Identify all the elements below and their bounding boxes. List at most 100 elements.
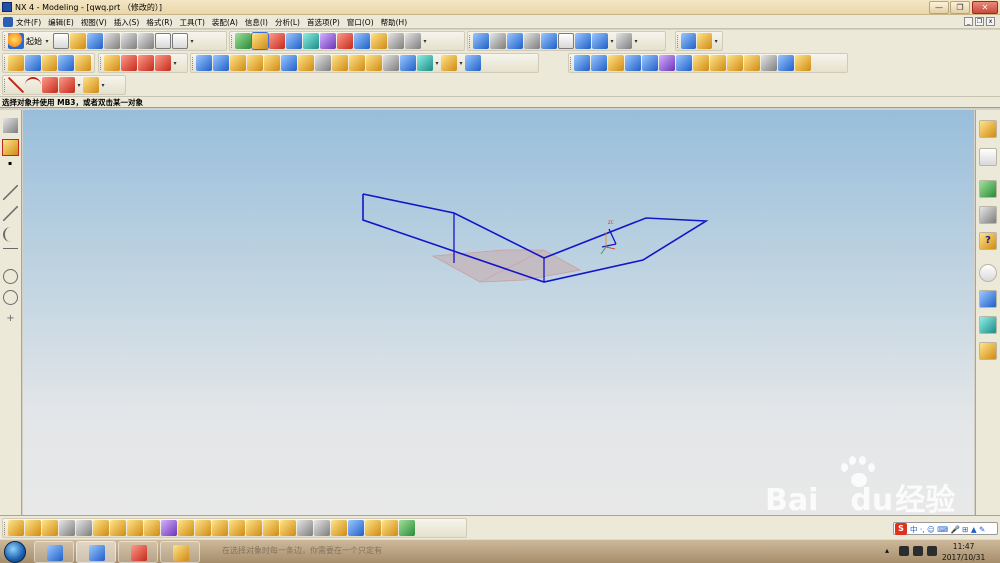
curve-snap-icon[interactable] xyxy=(3,227,18,242)
datum-select-icon[interactable] xyxy=(337,33,353,49)
layer-icon[interactable] xyxy=(681,33,697,49)
chevron-down-icon[interactable]: ▾ xyxy=(422,38,428,45)
thread-icon[interactable] xyxy=(315,55,331,71)
close-button[interactable]: ✕ xyxy=(972,1,998,14)
mid-point-icon[interactable] xyxy=(42,520,58,536)
face-rule-icon[interactable] xyxy=(365,520,381,536)
inferred-point-icon[interactable] xyxy=(8,520,24,536)
face-select-icon[interactable] xyxy=(388,33,404,49)
vector-select-icon[interactable] xyxy=(286,33,302,49)
menu-information[interactable]: 信息(I) xyxy=(245,17,268,28)
web-browser-icon[interactable] xyxy=(979,180,997,198)
taskbar-app-paint[interactable] xyxy=(202,541,218,563)
curve-rule-icon[interactable] xyxy=(382,520,398,536)
boolean-subtract-icon[interactable] xyxy=(366,55,382,71)
cone-icon[interactable] xyxy=(230,55,246,71)
arc-center-icon[interactable] xyxy=(93,520,109,536)
arc-icon[interactable] xyxy=(25,77,41,93)
selection-intent-icon[interactable] xyxy=(331,520,347,536)
circle-center-icon[interactable] xyxy=(3,269,18,284)
offset-surface-icon[interactable] xyxy=(761,55,777,71)
offset-face-icon[interactable] xyxy=(417,55,433,71)
chevron-down-icon[interactable]: ▾ xyxy=(609,38,615,45)
menu-tools[interactable]: 工具(T) xyxy=(179,17,204,28)
copy-icon[interactable] xyxy=(121,33,137,49)
scale-body-icon[interactable] xyxy=(441,55,457,71)
sketch-icon[interactable] xyxy=(8,55,24,71)
clock-icon[interactable] xyxy=(979,264,997,282)
segment-snap-icon[interactable] xyxy=(3,206,18,221)
sketch-select-icon[interactable] xyxy=(371,33,387,49)
taskbar-app-ppt[interactable] xyxy=(118,541,158,563)
point-on-curve-icon[interactable] xyxy=(144,520,160,536)
menu-analysis[interactable]: 分析(L) xyxy=(275,17,300,28)
face-blend-icon[interactable] xyxy=(744,55,760,71)
tangent-point-icon[interactable] xyxy=(263,520,279,536)
vertex-icon[interactable] xyxy=(314,520,330,536)
menu-format[interactable]: 格式(R) xyxy=(146,17,172,28)
project-curve-icon[interactable] xyxy=(155,55,171,71)
intersection-point-icon[interactable] xyxy=(76,520,92,536)
hole-icon[interactable] xyxy=(75,55,91,71)
sphere-icon[interactable] xyxy=(247,55,263,71)
datum-plane-icon[interactable] xyxy=(24,55,41,71)
zoom-window-icon[interactable] xyxy=(490,33,506,49)
menu-window[interactable]: 窗口(O) xyxy=(347,17,374,28)
curve-select-icon[interactable] xyxy=(251,32,269,50)
edge-blend-icon[interactable] xyxy=(264,55,280,71)
sew-icon[interactable] xyxy=(465,55,481,71)
bounding-box-icon[interactable] xyxy=(178,520,194,536)
join-curve-icon[interactable] xyxy=(138,55,154,71)
menu-insert[interactable]: 插入(S) xyxy=(114,17,140,28)
view-triad-icon[interactable] xyxy=(348,520,364,536)
taskbar-app-nx[interactable] xyxy=(76,541,116,563)
zoom-icon[interactable] xyxy=(507,33,523,49)
roles-icon[interactable] xyxy=(979,342,997,360)
taskbar-app-ie[interactable] xyxy=(34,541,74,563)
ime-toolbar[interactable]: S 中 ·, ☺ ⌨ 🎤 ⊞ ▲ ✎ xyxy=(893,522,998,535)
bounded-plane-icon[interactable] xyxy=(642,55,658,71)
shaded-sheet-face[interactable] xyxy=(431,249,582,283)
chevron-down-icon[interactable]: ▾ xyxy=(713,38,719,45)
sogou-logo-icon[interactable]: S xyxy=(895,523,907,535)
instance-icon[interactable] xyxy=(332,55,348,71)
circle-snap-icon[interactable] xyxy=(3,290,18,305)
snap-point-icon[interactable] xyxy=(3,118,18,133)
law-extension-icon[interactable] xyxy=(710,55,726,71)
doc-restore-button[interactable]: ❐ xyxy=(975,17,984,26)
perspective-icon[interactable] xyxy=(558,33,574,49)
menu-assembly[interactable]: 装配(A) xyxy=(212,17,238,28)
volume-icon[interactable] xyxy=(927,546,937,556)
spline-icon[interactable] xyxy=(59,77,75,93)
tangent-snap-icon[interactable] xyxy=(3,248,18,263)
wcs-select-icon[interactable] xyxy=(303,33,319,49)
measure-icon[interactable] xyxy=(697,33,713,49)
battery-icon[interactable] xyxy=(913,546,923,556)
chevron-down-icon[interactable]: ▾ xyxy=(100,82,106,89)
chevron-down-icon[interactable]: ▾ xyxy=(633,38,639,45)
render-style-icon[interactable] xyxy=(616,33,632,49)
new-file-icon[interactable] xyxy=(53,33,69,49)
part-navigator-icon[interactable] xyxy=(979,148,997,166)
plane-select-icon[interactable] xyxy=(354,33,370,49)
through-mesh-icon[interactable] xyxy=(591,55,607,71)
start-button[interactable]: 起始 ▾ xyxy=(8,33,52,49)
reuse-library-icon[interactable] xyxy=(979,290,997,308)
ruled-surface-icon[interactable] xyxy=(659,55,675,71)
menu-preferences[interactable]: 首选项(P) xyxy=(307,17,340,28)
point-constructor-icon[interactable] xyxy=(2,139,19,156)
fit-view-icon[interactable] xyxy=(473,33,489,49)
snap-toggle-icon[interactable] xyxy=(280,520,296,536)
n-sided-surface-icon[interactable] xyxy=(676,55,692,71)
thicken-icon[interactable] xyxy=(778,55,794,71)
control-point-icon[interactable] xyxy=(59,520,75,536)
cut-icon[interactable] xyxy=(104,33,120,49)
trim-body-icon[interactable] xyxy=(383,55,399,71)
block-icon[interactable] xyxy=(196,55,212,71)
point-on-edge-icon[interactable] xyxy=(246,520,262,536)
point-on-face-icon[interactable] xyxy=(161,520,177,536)
grid-point-icon[interactable] xyxy=(212,520,228,536)
taskbar-app-explorer[interactable] xyxy=(160,541,200,563)
quilt-icon[interactable] xyxy=(795,55,811,71)
stop-at-intersection-icon[interactable] xyxy=(399,520,415,536)
